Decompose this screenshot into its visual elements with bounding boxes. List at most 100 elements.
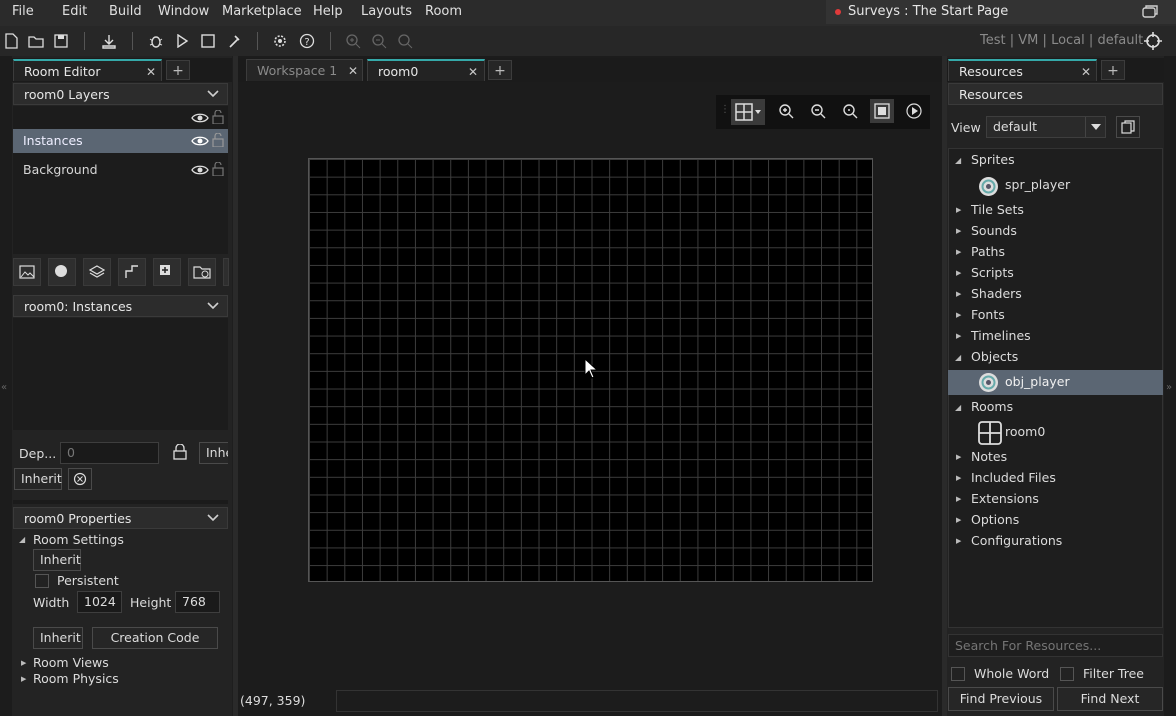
tree-folder-options[interactable]: Options xyxy=(971,510,1019,530)
create-executable-icon[interactable] xyxy=(99,31,119,51)
close-icon[interactable]: ✕ xyxy=(468,61,478,83)
menu-build[interactable]: Build xyxy=(109,0,142,24)
tree-item-obj-player[interactable]: obj_player xyxy=(1005,372,1070,392)
lock-icon[interactable] xyxy=(212,162,224,176)
menu-window[interactable]: Window xyxy=(158,0,209,24)
lock-icon[interactable] xyxy=(173,444,187,460)
room-views-label[interactable]: Room Views xyxy=(33,655,109,670)
target-selector[interactable]: Test | VM | Local | default xyxy=(980,33,1143,48)
grid-toggle-button[interactable] xyxy=(731,99,765,125)
clean-icon[interactable] xyxy=(224,31,244,51)
collapsed-triangle-icon[interactable]: ▶ xyxy=(956,474,961,482)
search-resources-input[interactable] xyxy=(948,634,1163,657)
preferences-icon[interactable] xyxy=(270,31,290,51)
add-path-layer-button[interactable] xyxy=(118,258,146,286)
add-tab-button[interactable]: + xyxy=(1101,60,1125,80)
help-icon[interactable]: ? xyxy=(297,31,317,51)
expanded-triangle-icon[interactable]: ◢ xyxy=(955,353,961,362)
width-field[interactable]: 1024 xyxy=(77,591,122,613)
room-play-icon[interactable] xyxy=(903,100,925,122)
menu-room[interactable]: Room xyxy=(425,0,462,24)
collapsed-triangle-icon[interactable]: ▶ xyxy=(21,659,26,667)
tree-folder-included-files[interactable]: Included Files xyxy=(971,468,1056,488)
tab-resources[interactable]: Resources ✕ xyxy=(948,59,1097,81)
add-tab-button[interactable]: + xyxy=(166,60,190,80)
properties-header[interactable]: room0 Properties xyxy=(13,507,228,529)
inherit-room-button[interactable]: Inherit xyxy=(33,549,81,571)
zoom-reset-icon[interactable] xyxy=(395,31,415,51)
window-restore-icon[interactable] xyxy=(1142,5,1158,22)
add-tab-button[interactable]: + xyxy=(488,60,512,80)
target-config[interactable]: default xyxy=(1097,33,1143,48)
find-previous-button[interactable]: Find Previous xyxy=(948,687,1054,711)
target-vm[interactable]: VM xyxy=(1018,33,1038,48)
room-zoom-in-icon[interactable] xyxy=(775,100,797,122)
tree-folder-rooms[interactable]: Rooms xyxy=(971,397,1013,417)
tree-folder-scripts[interactable]: Scripts xyxy=(971,263,1014,283)
tab-room0[interactable]: room0 ✕ xyxy=(367,59,485,81)
layers-header[interactable]: room0 Layers xyxy=(13,83,228,105)
tree-folder-shaders[interactable]: Shaders xyxy=(971,284,1022,304)
creation-code-button[interactable]: Creation Code xyxy=(92,627,218,649)
room-zoom-out-icon[interactable] xyxy=(807,100,829,122)
fit-view-button[interactable] xyxy=(870,99,894,123)
add-tile-layer-button[interactable] xyxy=(153,258,181,286)
eye-icon[interactable] xyxy=(191,134,209,148)
target-settings-icon[interactable] xyxy=(1143,31,1163,51)
grip-icon[interactable]: ⋮ xyxy=(720,104,730,115)
room-settings-label[interactable]: Room Settings xyxy=(33,532,124,547)
menu-edit[interactable]: Edit xyxy=(62,0,87,24)
view-select[interactable]: default xyxy=(986,116,1106,138)
expanded-triangle-icon[interactable]: ◢ xyxy=(955,403,961,412)
inherit-button[interactable]: Inherit xyxy=(14,468,62,490)
menu-help[interactable]: Help xyxy=(313,0,343,24)
collapsed-triangle-icon[interactable]: ▶ xyxy=(956,495,961,503)
menu-file[interactable]: File xyxy=(12,0,34,24)
collapsed-triangle-icon[interactable]: ▶ xyxy=(956,537,961,545)
collapsed-triangle-icon[interactable]: ▶ xyxy=(956,290,961,298)
save-icon[interactable] xyxy=(51,31,71,51)
eye-icon[interactable] xyxy=(191,111,209,125)
collapse-right-icon[interactable]: » xyxy=(1166,382,1172,393)
depth-field[interactable]: 0 xyxy=(60,442,159,464)
menu-marketplace[interactable]: Marketplace xyxy=(222,0,302,24)
lock-icon[interactable] xyxy=(212,110,224,124)
close-icon[interactable]: ✕ xyxy=(348,60,358,82)
add-layer-folder-button[interactable] xyxy=(188,258,216,286)
target-local[interactable]: Local xyxy=(1051,33,1085,48)
inherit-code-button[interactable]: Inherit xyxy=(33,627,83,649)
tree-folder-fonts[interactable]: Fonts xyxy=(971,305,1005,325)
tree-folder-objects[interactable]: Objects xyxy=(971,347,1018,367)
new-file-icon[interactable] xyxy=(1,31,21,51)
tree-folder-paths[interactable]: Paths xyxy=(971,242,1005,262)
collapsed-triangle-icon[interactable]: ▶ xyxy=(956,516,961,524)
tab-room-editor[interactable]: Room Editor ✕ xyxy=(13,59,162,81)
persistent-checkbox[interactable] xyxy=(35,574,49,588)
collapse-left-icon[interactable]: « xyxy=(1,382,7,393)
collapsed-triangle-icon[interactable]: ▶ xyxy=(956,248,961,256)
tree-folder-timelines[interactable]: Timelines xyxy=(971,326,1031,346)
whole-word-checkbox[interactable] xyxy=(951,667,965,681)
zoom-out-icon[interactable] xyxy=(369,31,389,51)
tree-item-spr-player[interactable]: spr_player xyxy=(1005,175,1070,195)
find-next-button[interactable]: Find Next xyxy=(1057,687,1163,711)
collapsed-triangle-icon[interactable]: ▶ xyxy=(956,453,961,461)
tree-folder-sprites[interactable]: Sprites xyxy=(971,150,1015,170)
close-icon[interactable]: ✕ xyxy=(1081,61,1091,83)
collapsed-triangle-icon[interactable]: ▶ xyxy=(21,675,26,683)
remove-inherit-button[interactable] xyxy=(68,468,92,490)
height-field[interactable]: 768 xyxy=(175,591,220,613)
add-asset-layer-button[interactable] xyxy=(83,258,111,286)
room-zoom-reset-icon[interactable] xyxy=(839,100,861,122)
zoom-in-icon[interactable] xyxy=(343,31,363,51)
collapsed-triangle-icon[interactable]: ▶ xyxy=(956,269,961,277)
eye-icon[interactable] xyxy=(191,163,209,177)
menu-layouts[interactable]: Layouts xyxy=(361,0,412,24)
tree-folder-extensions[interactable]: Extensions xyxy=(971,489,1039,509)
instances-header[interactable]: room0: Instances xyxy=(13,295,228,317)
expanded-triangle-icon[interactable]: ◢ xyxy=(19,535,25,544)
collapsed-triangle-icon[interactable]: ▶ xyxy=(956,332,961,340)
stop-icon[interactable] xyxy=(198,31,218,51)
tree-folder-sounds[interactable]: Sounds xyxy=(971,221,1017,241)
expanded-triangle-icon[interactable]: ◢ xyxy=(955,156,961,165)
